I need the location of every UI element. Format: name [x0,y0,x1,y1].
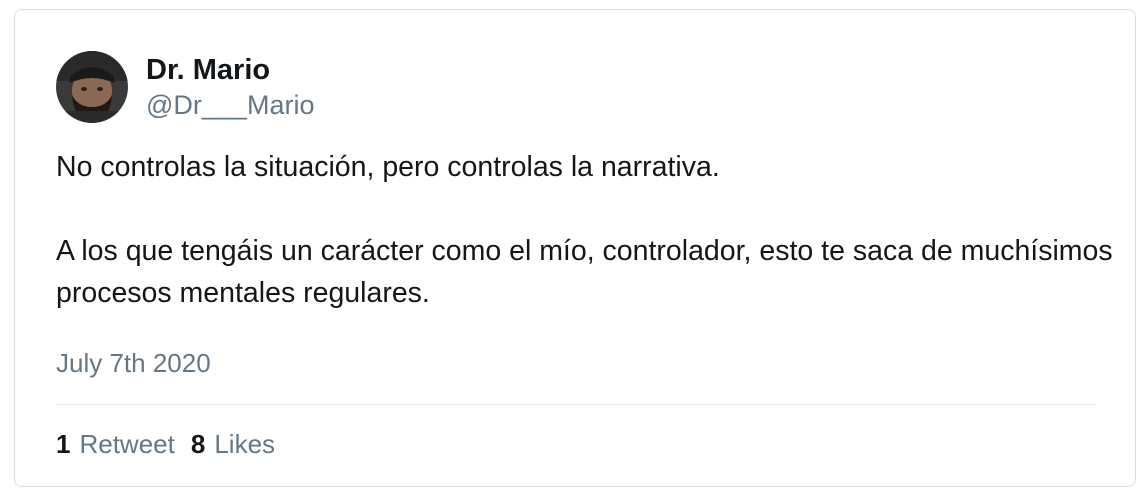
likes-label: Likes [214,429,276,459]
author-display-name[interactable]: Dr. Mario [146,52,314,88]
tweet-text: No controlas la situación, pero controla… [56,146,1116,314]
likes-stat[interactable]: 8 Likes [191,428,275,460]
divider [56,404,1096,405]
tweet-header: Dr. Mario @Dr___Mario [56,51,314,123]
tweet-paragraph: A los que tengáis un carácter como el mí… [56,235,1113,309]
tweet-stats: 1 Retweet 8 Likes [56,428,291,460]
tweet-date[interactable]: July 7th 2020 [56,347,211,379]
author-handle[interactable]: @Dr___Mario [146,88,314,122]
retweet-stat[interactable]: 1 Retweet [56,428,175,460]
retweet-count: 1 [56,429,71,459]
author-names: Dr. Mario @Dr___Mario [146,52,314,122]
likes-count: 8 [190,429,206,459]
avatar[interactable] [56,51,128,123]
tweet-card: Dr. Mario @Dr___Mario No controlas la si… [14,9,1136,487]
retweet-label: Retweet [79,429,175,459]
tweet-paragraph: No controlas la situación, pero controla… [56,151,720,183]
avatar-photo-icon [56,51,128,123]
